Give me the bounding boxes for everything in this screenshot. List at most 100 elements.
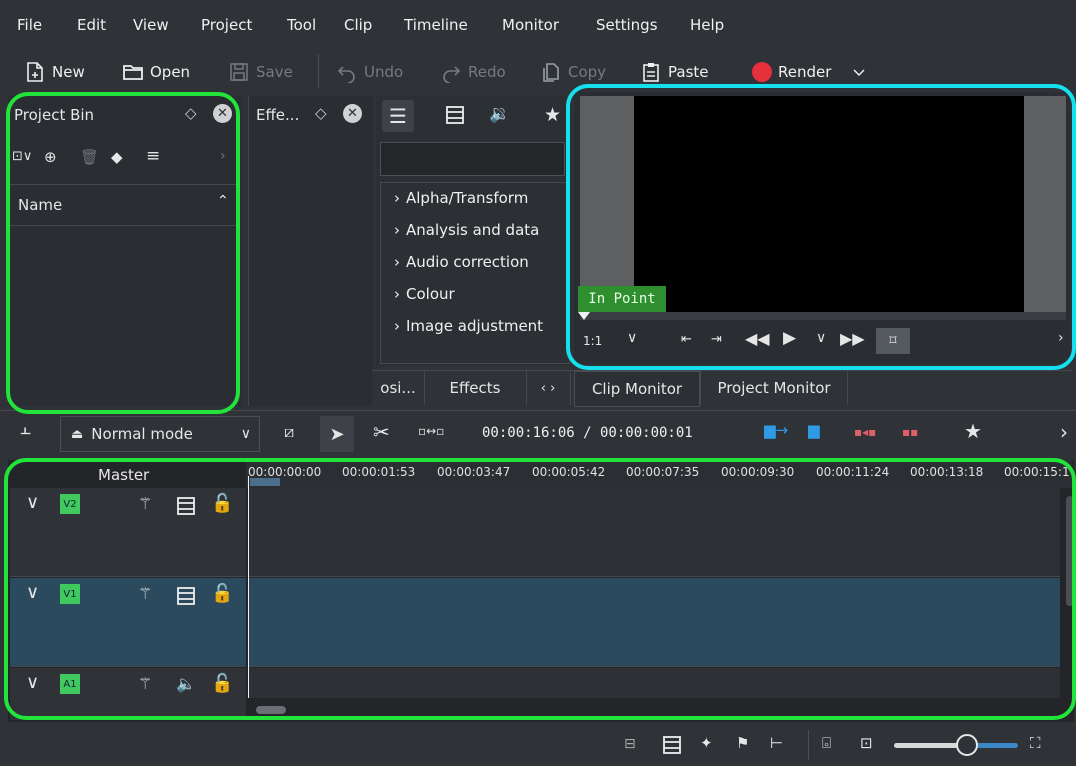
open-button[interactable]: Open [122, 60, 190, 84]
insert-clip-icon[interactable]: ▆→ [764, 421, 788, 439]
magic-wand-icon[interactable]: ⚚ [138, 674, 152, 693]
effect-search-input[interactable] [380, 142, 565, 176]
video-track-icon[interactable] [176, 586, 196, 606]
paste-button[interactable]: Paste [640, 60, 709, 84]
menu-clip[interactable]: Clip [344, 16, 372, 34]
menu-help[interactable]: Help [690, 16, 724, 34]
add-clip-icon[interactable]: ⊡∨ [12, 149, 32, 164]
track-name-a1[interactable]: A1 [60, 674, 80, 694]
rewind-icon[interactable]: ◀◀ [745, 329, 770, 348]
lock-icon[interactable]: 🔓 [211, 673, 233, 694]
crop-zone-icon[interactable]: ⌑ [876, 328, 910, 354]
list-view-icon[interactable]: ☰ [382, 100, 414, 132]
float-diamond-icon[interactable]: ◇ [185, 104, 197, 122]
video-track-icon[interactable] [176, 496, 196, 516]
magic-wand-icon[interactable]: ⚚ [138, 494, 152, 513]
audio-track-icon[interactable]: 🔈 [176, 674, 196, 693]
track-settings-icon[interactable]: ⫠ [20, 418, 31, 439]
play-icon[interactable]: ▶ [783, 328, 796, 348]
tree-item-audio-correction[interactable]: › Audio correction [394, 253, 529, 271]
zone-marker[interactable] [250, 478, 280, 486]
tab-scroll-arrows[interactable]: ‹ › [526, 371, 571, 405]
menu-icon[interactable]: ≡ [146, 146, 160, 166]
menu-timeline[interactable]: Timeline [404, 16, 468, 34]
menu-edit[interactable]: Edit [77, 16, 106, 34]
favorite-star-icon[interactable]: ★ [544, 104, 561, 126]
tree-item-image-adjustment[interactable]: › Image adjustment [394, 317, 543, 335]
zoom-in-icon[interactable]: ⛶ [1030, 734, 1041, 752]
undo-button[interactable]: Undo [336, 60, 403, 84]
timeline-timecode[interactable]: 00:00:16:06 / 00:00:00:01 [482, 425, 693, 441]
trash-icon[interactable]: 🗑 [80, 148, 99, 166]
chevron-down-icon[interactable]: ∨ [816, 330, 826, 346]
audio-effects-icon[interactable]: 🔉 [489, 104, 510, 124]
tab-clip-monitor[interactable]: Clip Monitor [574, 371, 700, 407]
tab-project-monitor[interactable]: Project Monitor [700, 371, 848, 405]
menu-tool[interactable]: Tool [287, 16, 316, 34]
tree-item-alpha-transform[interactable]: › Alpha/Transform [394, 189, 528, 207]
tree-item-colour[interactable]: › Colour [394, 285, 455, 303]
spacer-tool-icon[interactable]: ▫↔▫ [418, 424, 444, 438]
menu-monitor[interactable]: Monitor [502, 16, 559, 34]
video-effects-icon[interactable] [444, 104, 466, 126]
razor-tool-icon[interactable]: ✂ [373, 420, 390, 444]
master-label[interactable]: Master [98, 466, 149, 484]
timeline-playhead[interactable] [248, 476, 249, 698]
show-thumbnails-icon[interactable]: ⊟ [624, 736, 636, 752]
tree-item-analysis[interactable]: › Analysis and data [394, 221, 539, 239]
copy-button[interactable]: Copy [540, 60, 606, 84]
float-diamond-icon[interactable]: ◇ [315, 104, 327, 122]
sort-ascending-icon[interactable]: ⌃ [217, 193, 229, 209]
marker-flag-icon[interactable]: ⚑ [736, 734, 749, 752]
magic-wand-icon[interactable]: ⚚ [138, 584, 152, 603]
edit-mode-select[interactable]: ⏏ Normal mode ∨ [60, 416, 260, 452]
timeline-horizontal-scrollbar[interactable] [256, 706, 286, 714]
chevron-right-icon[interactable]: › [1058, 330, 1064, 346]
monitor-scrub-bar[interactable] [580, 312, 1066, 320]
playhead-marker-icon[interactable] [578, 312, 590, 320]
track-name-v1[interactable]: V1 [60, 584, 80, 604]
track-lane-v1[interactable] [248, 578, 1060, 667]
tab-effects[interactable]: Effects [424, 371, 527, 405]
selection-tool-icon[interactable]: ➤ [320, 416, 354, 452]
chevron-down-icon[interactable]: ∨ [627, 330, 637, 346]
lock-icon[interactable]: 🔓 [211, 493, 233, 514]
collapse-track-icon[interactable]: ∨ [26, 492, 39, 513]
add-folder-icon[interactable]: ⊕ [44, 148, 57, 166]
menu-file[interactable]: File [17, 16, 42, 34]
new-button[interactable]: New [24, 60, 85, 84]
lift-zone-icon[interactable]: ▪▪ [902, 425, 918, 439]
video-thumbnails-icon[interactable] [662, 735, 682, 755]
extract-zone-icon[interactable]: ▪◂▪ [854, 425, 876, 439]
timeline-effects-icon[interactable]: ⧄ [284, 422, 294, 442]
collapse-track-icon[interactable]: ∨ [26, 582, 39, 603]
close-icon[interactable]: ✕ [343, 104, 362, 123]
menu-view[interactable]: View [133, 16, 169, 34]
render-button[interactable]: Render [752, 60, 867, 84]
close-icon[interactable]: ✕ [213, 104, 232, 123]
lock-icon[interactable]: 🔓 [211, 583, 233, 604]
timeline-vertical-scrollbar[interactable] [1066, 496, 1074, 606]
set-out-point-icon[interactable]: ⇥ [711, 332, 722, 347]
collapse-track-icon[interactable]: ∨ [26, 672, 39, 693]
track-lane-a1[interactable] [248, 668, 1060, 698]
tag-icon[interactable]: ◆ [111, 148, 123, 166]
zoom-slider-handle[interactable] [956, 734, 978, 756]
tab-compositions[interactable]: osi... [372, 371, 425, 405]
zoom-level[interactable]: 1:1 [583, 334, 602, 348]
favorite-star-icon[interactable]: ★ [964, 419, 982, 443]
zoom-fit-icon[interactable]: ⌻ [822, 734, 831, 752]
track-name-v2[interactable]: V2 [60, 494, 80, 514]
chevron-right-icon[interactable]: › [1060, 420, 1068, 444]
zoom-out-icon[interactable]: ⊡ [860, 734, 873, 752]
set-in-point-icon[interactable]: ⇤ [681, 332, 692, 347]
audio-waveform-icon[interactable]: ✦ [700, 734, 713, 752]
save-button[interactable]: Save [228, 60, 293, 84]
menu-project[interactable]: Project [201, 16, 252, 34]
redo-button[interactable]: Redo [440, 60, 506, 84]
track-lane-v2[interactable] [248, 488, 1060, 577]
fast-forward-icon[interactable]: ▶▶ [840, 329, 865, 348]
snap-icon[interactable]: ⊢ [770, 734, 783, 752]
chevron-right-icon[interactable]: › [220, 148, 226, 164]
menu-settings[interactable]: Settings [596, 16, 658, 34]
